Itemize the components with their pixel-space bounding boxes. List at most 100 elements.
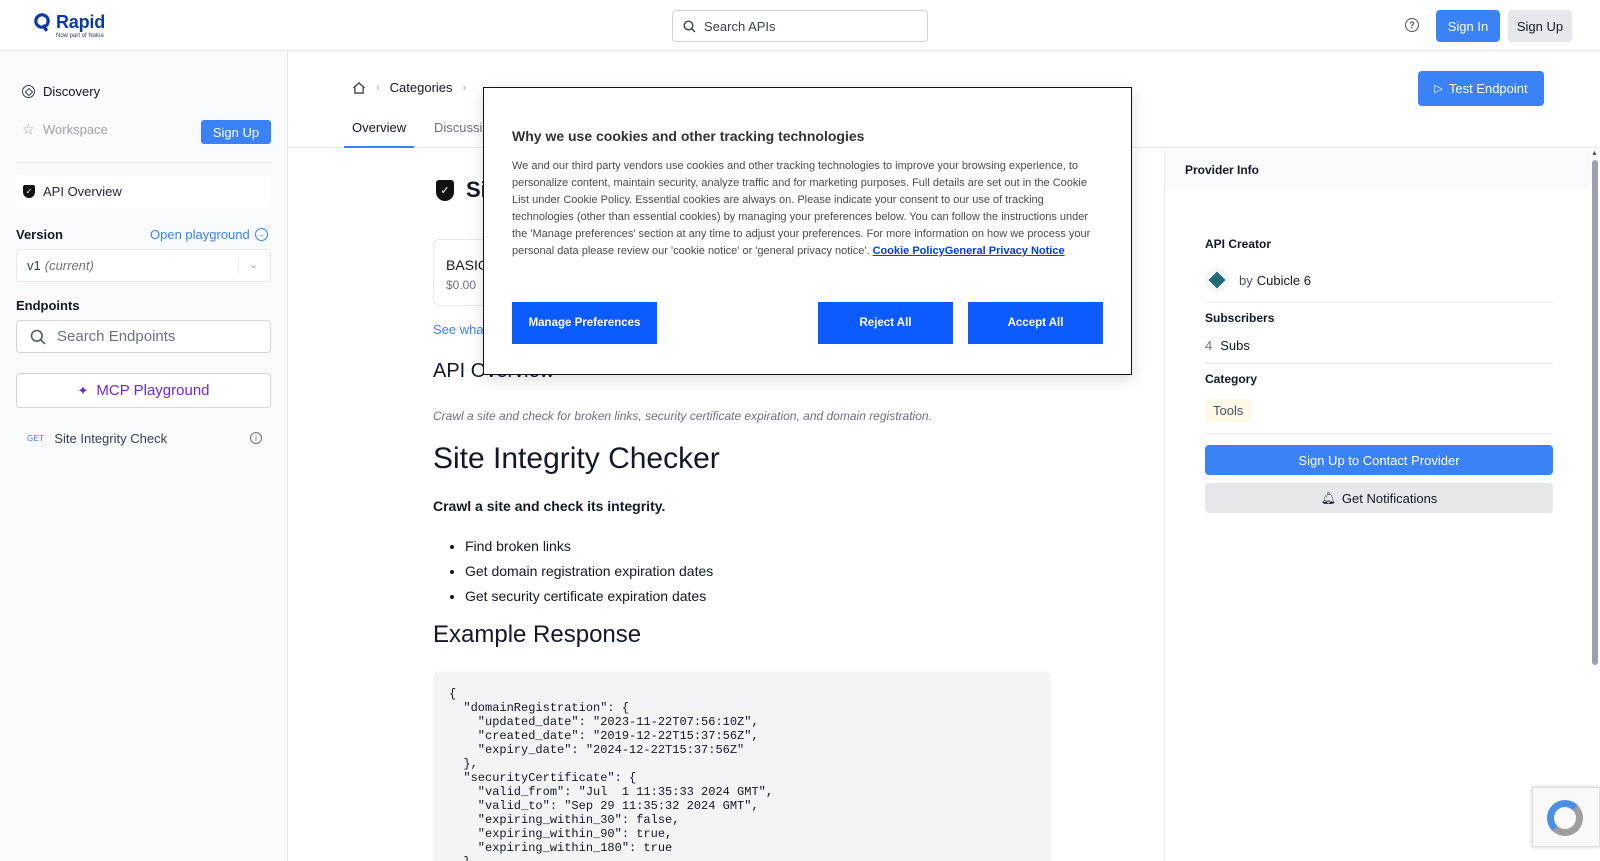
- code-block: { "domainRegistration": { "updated_date"…: [433, 671, 1051, 861]
- cookie-body: We and our third party vendors use cooki…: [512, 158, 1102, 260]
- api-shield-icon: ✓: [436, 180, 454, 201]
- cookie-body-text: We and our third party vendors use cooki…: [512, 160, 1091, 257]
- api-creator-label: API Creator: [1205, 237, 1272, 251]
- example-response-heading: Example Response: [433, 621, 642, 648]
- provider-info-title: Provider Info: [1185, 163, 1260, 177]
- tab-discussions[interactable]: Discussi: [434, 120, 482, 135]
- privacy-notice-link[interactable]: General Privacy Notice: [945, 245, 1065, 257]
- tab-active-indicator: [344, 146, 414, 148]
- star-icon: ☆: [22, 121, 35, 137]
- sidebar-item-api-overview[interactable]: ✓ API Overview: [16, 175, 271, 208]
- endpoint-name: Site Integrity Check: [54, 430, 168, 446]
- recaptcha-badge[interactable]: [1532, 787, 1600, 847]
- recaptcha-icon: [1547, 800, 1583, 836]
- subscribers-unit: Subs: [1220, 338, 1250, 353]
- subscribers-value: 4 Subs: [1205, 338, 1250, 353]
- search-endpoints-placeholder: Search Endpoints: [57, 328, 176, 345]
- readme-heading: Site Integrity Checker: [433, 442, 720, 475]
- search-icon: [683, 19, 696, 32]
- contact-provider-button[interactable]: Sign Up to Contact Provider: [1205, 445, 1553, 475]
- logo-name: Rapid: [56, 12, 106, 32]
- open-playground-label: Open playground: [150, 227, 250, 242]
- open-playground-link[interactable]: Open playground →: [150, 227, 268, 242]
- home-icon[interactable]: [352, 81, 366, 94]
- info-icon[interactable]: i: [250, 432, 262, 444]
- endpoints-label: Endpoints: [16, 298, 80, 313]
- version-select[interactable]: v1 (current) ⌄: [16, 249, 271, 282]
- provider-info-header: Provider Info: [1165, 150, 1593, 189]
- divider: [1205, 363, 1553, 364]
- help-icon[interactable]: ?: [1405, 18, 1419, 32]
- feature-list: Find broken links Get domain registratio…: [465, 534, 713, 609]
- accept-all-button[interactable]: Accept All: [968, 302, 1103, 344]
- list-item: Find broken links: [465, 534, 713, 559]
- api-creator[interactable]: by Cubicle 6: [1205, 268, 1311, 292]
- sidebar-item-workspace[interactable]: ☆ Workspace: [22, 122, 108, 137]
- chevron-right-icon: ›: [376, 81, 380, 94]
- category-label: Category: [1205, 372, 1258, 386]
- chevron-right-icon: ›: [462, 81, 467, 94]
- version-value: v1: [27, 258, 41, 273]
- cookie-policy-link[interactable]: Cookie Policy: [873, 245, 945, 257]
- creator-name: Cubicle 6: [1256, 272, 1311, 288]
- test-endpoint-label: Test Endpoint: [1448, 81, 1528, 96]
- creator-avatar: [1205, 268, 1229, 292]
- mcp-playground-button[interactable]: ✦ MCP Playground: [16, 373, 271, 408]
- workspace-label: Workspace: [43, 122, 108, 137]
- endpoint-item[interactable]: GET Site Integrity Check i: [16, 425, 271, 451]
- version-label: Version: [16, 227, 63, 242]
- cookie-title: Why we use cookies and other tracking te…: [512, 128, 865, 144]
- see-what-link[interactable]: See wha: [433, 322, 484, 337]
- api-overview-description: Crawl a site and check for broken links,…: [433, 409, 932, 423]
- subscribers-label: Subscribers: [1205, 311, 1275, 325]
- sidebar-item-discovery[interactable]: Discovery: [22, 84, 100, 99]
- category-chip[interactable]: Tools: [1205, 399, 1252, 422]
- logo-subtitle: Now part of Nokia: [56, 33, 104, 39]
- search-icon: [30, 329, 46, 345]
- sparkles-icon: ✦: [77, 382, 89, 398]
- discovery-label: Discovery: [43, 84, 101, 99]
- top-header: Rapid Now part of Nokia Search APIs ? Si…: [0, 0, 1600, 51]
- provider-info-panel: Provider Info API Creator by Cubicle 6 S…: [1164, 150, 1593, 861]
- shield-check-icon: ✓: [23, 185, 35, 198]
- breadcrumb: › Categories ›: [352, 80, 476, 95]
- search-apis-input[interactable]: Search APIs: [672, 10, 928, 42]
- scrollbar-thumb[interactable]: [1592, 160, 1598, 665]
- compass-icon: [22, 85, 35, 98]
- endpoint-method: GET: [27, 433, 45, 443]
- divider: [1205, 302, 1553, 303]
- creator-by: by: [1239, 272, 1253, 288]
- bell-icon: 🔔︎: [1320, 491, 1336, 505]
- search-apis-placeholder: Search APIs: [704, 18, 776, 34]
- search-endpoints-input[interactable]: Search Endpoints: [16, 320, 271, 353]
- code-content: { "domainRegistration": { "updated_date"…: [449, 687, 774, 861]
- scroll-up-arrow-icon[interactable]: ▲: [1591, 150, 1598, 157]
- version-current-tag: (current): [44, 258, 94, 273]
- mcp-playground-label: MCP Playground: [96, 382, 210, 399]
- reject-all-button[interactable]: Reject All: [818, 302, 953, 344]
- sidebar-sign-up-button[interactable]: Sign Up: [201, 120, 271, 144]
- list-item: Get security certificate expiration date…: [465, 584, 713, 609]
- test-endpoint-button[interactable]: ▷ Test Endpoint: [1418, 71, 1544, 106]
- rapid-logo[interactable]: Rapid Now part of Nokia: [34, 13, 105, 39]
- play-icon: ▷: [1434, 83, 1443, 95]
- cookie-consent-dialog: Why we use cookies and other tracking te…: [483, 87, 1132, 375]
- breadcrumb-categories[interactable]: Categories: [390, 80, 453, 95]
- sign-in-button[interactable]: Sign In: [1436, 10, 1500, 42]
- divider: [1205, 433, 1553, 434]
- chevron-down-icon: ⌄: [249, 259, 259, 271]
- get-notifications-label: Get Notifications: [1341, 490, 1438, 506]
- readme-subheading: Crawl a site and check its integrity.: [433, 498, 666, 514]
- sign-up-button[interactable]: Sign Up: [1508, 10, 1572, 42]
- sidebar-divider: [16, 162, 271, 163]
- subscribers-count: 4: [1205, 338, 1213, 353]
- get-notifications-button[interactable]: 🔔︎ Get Notifications: [1205, 483, 1553, 513]
- manage-preferences-button[interactable]: Manage Preferences: [512, 302, 657, 344]
- tab-overview[interactable]: Overview: [352, 120, 406, 135]
- arrow-circle-icon: →: [254, 228, 268, 241]
- sidebar: Discovery ☆ Workspace Sign Up ✓ API Over…: [0, 51, 288, 861]
- api-overview-label: API Overview: [43, 184, 122, 199]
- list-item: Get domain registration expiration dates: [465, 559, 713, 584]
- select-separator: [238, 258, 239, 274]
- plan-name: BASIC: [446, 257, 489, 273]
